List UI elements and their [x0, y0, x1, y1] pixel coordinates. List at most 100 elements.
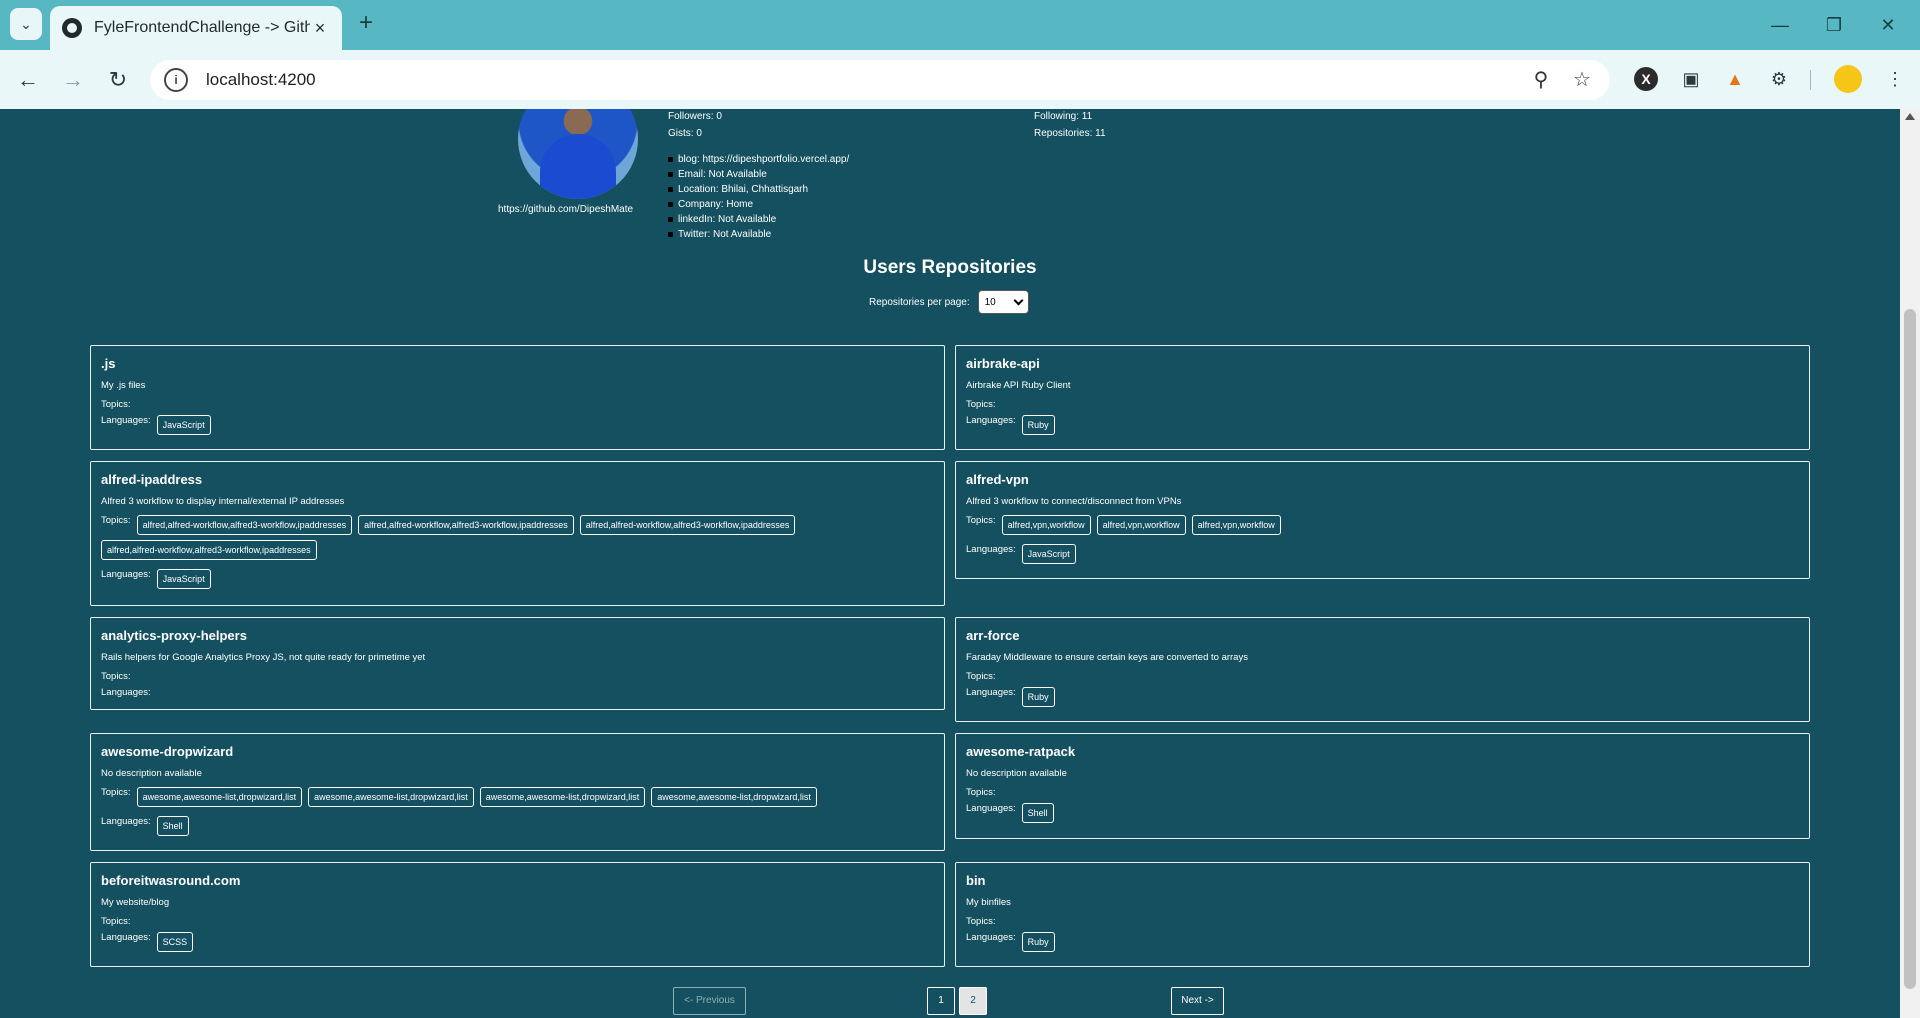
zoom-icon[interactable]: ⚲	[1527, 66, 1555, 94]
topics-row: Topics:	[101, 399, 934, 411]
language-chip: Ruby	[1021, 415, 1055, 435]
scroll-up-arrow-icon[interactable]	[1905, 113, 1915, 120]
languages-row: Languages: JavaScript	[101, 415, 934, 440]
per-page-value: 10	[984, 296, 996, 308]
following-count: Following: 11	[1034, 111, 1093, 122]
topic-chip: awesome,awesome-list,dropwizard,list	[136, 787, 303, 807]
repo-name[interactable]: bin	[966, 873, 1799, 888]
window-close-icon[interactable]: ✕	[1868, 10, 1908, 40]
reload-icon[interactable]: ↻	[100, 62, 136, 98]
bookmark-star-icon[interactable]: ☆	[1568, 66, 1596, 94]
languages-row: Languages: Shell	[101, 816, 934, 841]
per-page-control: Repositories per page: 10	[869, 290, 1029, 314]
repositories-count: Repositories: 11	[1034, 128, 1106, 139]
browser-menu-icon[interactable]: ⋮	[1880, 64, 1910, 94]
repo-name[interactable]: beforeitwasround.com	[101, 873, 934, 888]
languages-label: Languages:	[966, 415, 1016, 426]
site-info-icon[interactable]: i	[164, 68, 188, 92]
forward-arrow-icon[interactable]: →	[55, 62, 91, 98]
tab-title: FyleFrontendChallenge -> Githu	[94, 19, 310, 36]
location-info: Location: Bhilai, Chhattisgarh	[668, 182, 849, 197]
twitter-info: Twitter: Not Available	[668, 227, 849, 242]
topics-label: Topics:	[101, 399, 131, 410]
languages-row: Languages: Ruby	[966, 932, 1799, 957]
topic-chip: alfred,alfred-workflow,alfred3-workflow,…	[136, 515, 353, 535]
languages-label: Languages:	[101, 932, 151, 943]
topic-chip: alfred,alfred-workflow,alfred3-workflow,…	[101, 540, 317, 560]
repo-name[interactable]: arr-force	[966, 628, 1799, 643]
repo-name[interactable]: airbrake-api	[966, 356, 1799, 371]
repo-description: Faraday Middleware to ensure certain key…	[966, 652, 1248, 663]
languages-row: Languages: Ruby	[966, 415, 1799, 440]
restore-icon[interactable]: ❐	[1814, 10, 1854, 40]
repo-card: analytics-proxy-helpers Rails helpers fo…	[90, 617, 945, 710]
topics-row: Topics:	[101, 671, 934, 683]
tab-search-chevron-icon[interactable]: ⌄	[10, 8, 42, 40]
repo-name[interactable]: alfred-vpn	[966, 472, 1799, 487]
repo-card: arr-force Faraday Middleware to ensure c…	[955, 617, 1810, 722]
browser-toolbar: ← → ↻ i localhost:4200 ⚲ ☆ X ▣ ▲ ⚙ ⋮	[0, 50, 1920, 109]
gists-count: Gists: 0	[668, 128, 702, 139]
languages-label: Languages:	[966, 544, 1016, 555]
email-info: Email: Not Available	[668, 167, 849, 182]
topics-label: Topics:	[101, 671, 131, 682]
repo-card: airbrake-api Airbrake API Ruby Client To…	[955, 345, 1810, 450]
new-tab-plus-icon[interactable]: +	[352, 10, 380, 38]
languages-label: Languages:	[966, 803, 1016, 814]
page-scrollbar[interactable]	[1900, 109, 1920, 1018]
repo-name[interactable]: awesome-ratpack	[966, 744, 1799, 759]
topics-row: Topics:	[966, 916, 1799, 928]
scrollbar-thumb[interactable]	[1904, 309, 1916, 989]
repo-description: My .js files	[101, 380, 146, 391]
github-favicon-icon	[62, 18, 82, 38]
languages-row: Languages: Ruby	[966, 687, 1799, 712]
minimize-icon[interactable]: —	[1760, 10, 1800, 40]
topics-row: Topics: awesome,awesome-list,dropwizard,…	[101, 787, 934, 812]
followers-count: Followers: 0	[668, 111, 722, 122]
topics-label: Topics:	[101, 787, 131, 798]
repo-card: awesome-ratpack No description available…	[955, 733, 1810, 839]
address-url[interactable]: localhost:4200	[206, 70, 316, 90]
user-avatar	[518, 109, 638, 199]
languages-row: Languages: JavaScript	[966, 544, 1799, 569]
languages-row: Languages:	[101, 687, 934, 699]
company-info: Company: Home	[668, 197, 849, 212]
topics-row: Topics:	[966, 787, 1799, 799]
x-extension-icon[interactable]: X	[1634, 67, 1658, 91]
repo-description: Alfred 3 workflow to display internal/ex…	[101, 496, 345, 507]
topics-label: Topics:	[966, 515, 996, 526]
repo-card: bin My binfiles Topics: Languages: Ruby	[955, 862, 1810, 967]
language-chip: Ruby	[1021, 687, 1055, 707]
back-arrow-icon[interactable]: ←	[10, 62, 46, 98]
metamask-fox-icon[interactable]: ▲	[1720, 64, 1750, 94]
next-button[interactable]: Next ->	[1171, 987, 1224, 1015]
page-2-button[interactable]: 2	[959, 987, 987, 1015]
address-bar[interactable]: i localhost:4200 ⚲ ☆	[150, 60, 1610, 100]
toolbar-divider	[1810, 70, 1811, 90]
per-page-select[interactable]: 10	[977, 290, 1029, 314]
language-chip: Shell	[156, 816, 189, 836]
language-chip: JavaScript	[156, 415, 211, 435]
browser-tab[interactable]: FyleFrontendChallenge -> Githu ×	[50, 6, 342, 50]
topic-chip: awesome,awesome-list,dropwizard,list	[308, 787, 474, 807]
repo-description: No description available	[101, 768, 202, 779]
repo-name[interactable]: alfred-ipaddress	[101, 472, 934, 487]
topics-label: Topics:	[101, 515, 131, 526]
picture-in-picture-icon[interactable]: ▣	[1676, 64, 1706, 94]
repo-card: .js My .js files Topics: Languages: JavaS…	[90, 345, 945, 450]
languages-label: Languages:	[101, 415, 151, 426]
page-1-button[interactable]: 1	[927, 987, 955, 1015]
topics-row: Topics:	[966, 671, 1799, 683]
repo-name[interactable]: analytics-proxy-helpers	[101, 628, 934, 643]
repo-name[interactable]: .js	[101, 356, 934, 371]
profile-avatar-icon[interactable]	[1834, 65, 1862, 93]
extensions-puzzle-icon[interactable]: ⚙	[1764, 64, 1794, 94]
previous-button[interactable]: <- Previous	[673, 987, 746, 1015]
github-profile-link[interactable]: https://github.com/DipeshMate	[498, 204, 633, 215]
language-chip: Shell	[1021, 803, 1054, 823]
languages-label: Languages:	[966, 932, 1016, 943]
tab-close-icon[interactable]: ×	[310, 18, 330, 39]
repo-name[interactable]: awesome-dropwizard	[101, 744, 934, 759]
topic-chip: alfred,alfred-workflow,alfred3-workflow,…	[358, 515, 574, 535]
topic-chip: alfred,vpn,workflow	[1191, 515, 1281, 535]
